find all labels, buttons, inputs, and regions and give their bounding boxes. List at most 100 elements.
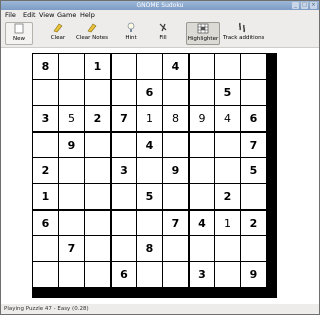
sudoku-cell[interactable] bbox=[163, 184, 188, 209]
sudoku-cell[interactable]: 6 bbox=[137, 80, 162, 105]
sudoku-cell[interactable] bbox=[85, 236, 110, 261]
highlighter-button[interactable]: Highlighter bbox=[186, 22, 220, 45]
sudoku-cell[interactable] bbox=[59, 54, 84, 79]
sudoku-cell[interactable] bbox=[241, 54, 266, 79]
sudoku-cell[interactable]: 3 bbox=[189, 262, 214, 287]
sudoku-cell[interactable]: 9 bbox=[189, 106, 214, 131]
clear-notes-button[interactable]: Clear Notes bbox=[75, 22, 109, 45]
sudoku-cell[interactable]: 5 bbox=[215, 80, 240, 105]
sudoku-cell[interactable] bbox=[189, 54, 214, 79]
sudoku-cell[interactable] bbox=[215, 236, 240, 261]
sudoku-cell[interactable] bbox=[163, 80, 188, 105]
sudoku-cell[interactable] bbox=[163, 262, 188, 287]
sudoku-cell[interactable] bbox=[111, 80, 136, 105]
sudoku-cell[interactable]: 2 bbox=[241, 210, 266, 235]
sudoku-cell[interactable]: 8 bbox=[137, 236, 162, 261]
sudoku-cell[interactable]: 4 bbox=[163, 54, 188, 79]
sudoku-cell[interactable]: 6 bbox=[111, 262, 136, 287]
close-icon[interactable]: × bbox=[310, 2, 317, 9]
clear-button[interactable]: Clear bbox=[47, 22, 69, 45]
status-bar: Playing Puzzle 47 - Easy (0.28) bbox=[4, 306, 89, 312]
sudoku-cell[interactable]: 3 bbox=[33, 106, 58, 131]
sudoku-cell[interactable] bbox=[111, 236, 136, 261]
menu-game[interactable]: Game bbox=[57, 10, 76, 21]
sudoku-cell[interactable] bbox=[111, 54, 136, 79]
sudoku-cell[interactable]: 5 bbox=[241, 158, 266, 183]
sudoku-cell[interactable] bbox=[189, 158, 214, 183]
menu-file[interactable]: File bbox=[5, 10, 16, 21]
sudoku-cell[interactable] bbox=[59, 184, 84, 209]
sudoku-cell[interactable]: 5 bbox=[59, 106, 84, 131]
sudoku-cell[interactable] bbox=[137, 210, 162, 235]
minimize-icon[interactable]: _ bbox=[292, 2, 299, 9]
sudoku-cell[interactable] bbox=[215, 262, 240, 287]
sudoku-cell[interactable] bbox=[111, 210, 136, 235]
sudoku-grid: 8146535271894694723951526741278639 bbox=[32, 53, 277, 298]
sudoku-cell[interactable]: 7 bbox=[59, 236, 84, 261]
sudoku-cell[interactable]: 9 bbox=[241, 262, 266, 287]
menu-view[interactable]: View bbox=[39, 10, 54, 21]
sudoku-cell[interactable] bbox=[85, 210, 110, 235]
sudoku-cell[interactable] bbox=[241, 236, 266, 261]
sudoku-cell[interactable] bbox=[189, 80, 214, 105]
hint-button[interactable]: Hint bbox=[121, 22, 141, 45]
sudoku-cell[interactable]: 6 bbox=[33, 210, 58, 235]
sudoku-cell[interactable]: 8 bbox=[33, 54, 58, 79]
fill-button[interactable]: Fill bbox=[154, 22, 172, 45]
sudoku-cell[interactable]: 7 bbox=[163, 210, 188, 235]
sudoku-cell[interactable]: 1 bbox=[33, 184, 58, 209]
sudoku-cell[interactable]: 2 bbox=[33, 158, 58, 183]
sudoku-cell[interactable] bbox=[33, 80, 58, 105]
sudoku-cell[interactable] bbox=[137, 54, 162, 79]
new-button[interactable]: New bbox=[5, 22, 33, 45]
sudoku-cell[interactable] bbox=[189, 184, 214, 209]
sudoku-cell[interactable] bbox=[137, 262, 162, 287]
sudoku-cell[interactable] bbox=[85, 184, 110, 209]
sudoku-cell[interactable]: 4 bbox=[137, 132, 162, 157]
sudoku-cell[interactable]: 9 bbox=[59, 132, 84, 157]
sudoku-cell[interactable]: 4 bbox=[189, 210, 214, 235]
sudoku-cell[interactable] bbox=[85, 262, 110, 287]
sudoku-cell[interactable] bbox=[241, 184, 266, 209]
sudoku-cell[interactable] bbox=[59, 80, 84, 105]
menu-edit[interactable]: Edit bbox=[23, 10, 36, 21]
hint-icon bbox=[121, 22, 141, 34]
sudoku-cell[interactable]: 2 bbox=[215, 184, 240, 209]
sudoku-cell[interactable]: 8 bbox=[163, 106, 188, 131]
maximize-icon[interactable]: □ bbox=[301, 2, 308, 9]
sudoku-cell[interactable]: 2 bbox=[85, 106, 110, 131]
sudoku-cell[interactable] bbox=[189, 132, 214, 157]
board-area: 8146535271894694723951526741278639 bbox=[1, 48, 319, 304]
sudoku-cell[interactable] bbox=[111, 184, 136, 209]
sudoku-cell[interactable] bbox=[241, 80, 266, 105]
sudoku-cell[interactable] bbox=[215, 158, 240, 183]
sudoku-cell[interactable] bbox=[33, 262, 58, 287]
track-additions-button[interactable]: Track additions bbox=[223, 22, 264, 45]
sudoku-cell[interactable] bbox=[163, 236, 188, 261]
sudoku-cell[interactable] bbox=[85, 80, 110, 105]
sudoku-cell[interactable]: 3 bbox=[111, 158, 136, 183]
sudoku-cell[interactable]: 4 bbox=[215, 106, 240, 131]
menu-help[interactable]: Help bbox=[80, 10, 95, 21]
sudoku-cell[interactable]: 1 bbox=[85, 54, 110, 79]
sudoku-cell[interactable] bbox=[33, 236, 58, 261]
sudoku-cell[interactable]: 9 bbox=[163, 158, 188, 183]
sudoku-cell[interactable] bbox=[215, 132, 240, 157]
sudoku-cell[interactable] bbox=[137, 158, 162, 183]
sudoku-cell[interactable]: 7 bbox=[111, 106, 136, 131]
sudoku-cell[interactable]: 7 bbox=[241, 132, 266, 157]
sudoku-cell[interactable] bbox=[33, 132, 58, 157]
sudoku-cell[interactable]: 6 bbox=[241, 106, 266, 131]
sudoku-cell[interactable] bbox=[111, 132, 136, 157]
sudoku-cell[interactable]: 5 bbox=[137, 184, 162, 209]
sudoku-cell[interactable] bbox=[85, 132, 110, 157]
sudoku-cell[interactable] bbox=[59, 262, 84, 287]
sudoku-cell[interactable] bbox=[163, 132, 188, 157]
sudoku-cell[interactable] bbox=[59, 210, 84, 235]
sudoku-cell[interactable]: 1 bbox=[215, 210, 240, 235]
sudoku-cell[interactable]: 1 bbox=[137, 106, 162, 131]
sudoku-cell[interactable] bbox=[59, 158, 84, 183]
sudoku-cell[interactable] bbox=[215, 54, 240, 79]
sudoku-cell[interactable] bbox=[85, 158, 110, 183]
sudoku-cell[interactable] bbox=[189, 236, 214, 261]
